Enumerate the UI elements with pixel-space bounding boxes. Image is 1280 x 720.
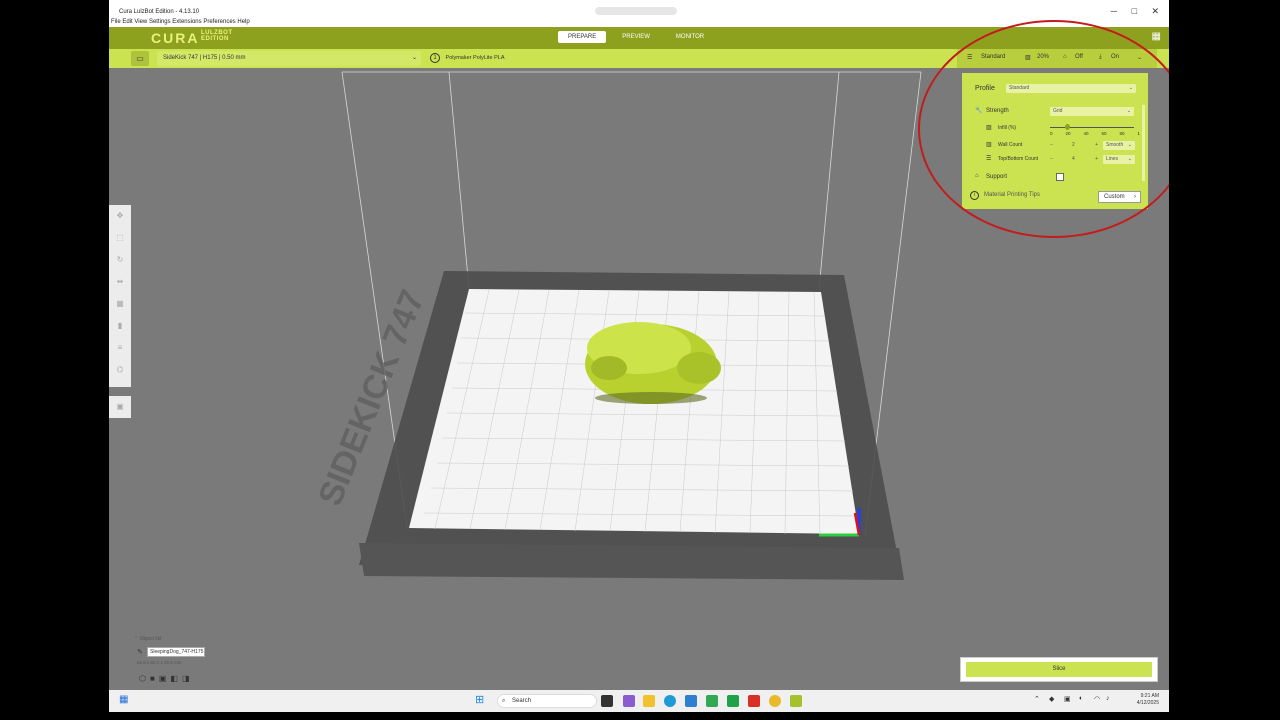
menu-file[interactable]: File bbox=[111, 19, 121, 25]
copilot-icon[interactable] bbox=[623, 695, 635, 707]
move-tool-icon[interactable]: ✥ bbox=[109, 205, 131, 227]
windows-start-icon[interactable]: ⊞ bbox=[475, 693, 484, 706]
app-screen: Cura LulzBot Edition - 4.13.10 ─ □ ✕ Fil… bbox=[109, 0, 1169, 712]
object-dimensions: 61.8 x 80.2 x 35.9 mm bbox=[137, 660, 182, 665]
top-view-icon[interactable]: ▣ bbox=[159, 674, 167, 683]
widgets-icon[interactable]: ▦ bbox=[119, 694, 128, 705]
menu-help[interactable]: Help bbox=[237, 19, 249, 25]
cura-logo: CURA LULZBOT EDITION bbox=[151, 30, 232, 48]
object-list-label: Object list bbox=[139, 636, 162, 642]
tab-monitor[interactable]: MONITOR bbox=[666, 31, 714, 43]
printer-frame-front bbox=[359, 543, 904, 580]
search-icon: ⌕ bbox=[502, 698, 506, 704]
logo-sub-line2: EDITION bbox=[201, 36, 229, 42]
title-bar: Cura LulzBot Edition - 4.13.10 ─ □ ✕ bbox=[109, 0, 1169, 17]
view-orientation-buttons: ⬡ ■ ▣ ◧ ◨ bbox=[139, 674, 190, 683]
app-icon-green[interactable] bbox=[706, 695, 718, 707]
slice-button[interactable]: Slice bbox=[966, 662, 1152, 677]
right-view-icon[interactable]: ◨ bbox=[182, 674, 190, 683]
rotate-tool-icon[interactable]: ↻ bbox=[109, 249, 131, 271]
tray-app-icon-3[interactable]: ◐ bbox=[1079, 695, 1083, 702]
3d-view-icon[interactable]: ⬡ bbox=[139, 674, 146, 683]
open-file-button[interactable]: ▭ bbox=[131, 51, 149, 66]
tray-app-icon-2[interactable]: ▣ bbox=[1064, 695, 1071, 703]
tab-prepare[interactable]: PREPARE bbox=[558, 31, 607, 43]
scale-tool-icon[interactable]: ⬚ bbox=[109, 227, 131, 249]
menu-view[interactable]: View bbox=[134, 19, 147, 25]
cura-taskbar-icon[interactable] bbox=[790, 695, 802, 707]
printer-selector[interactable]: SideKick 747 | H175 | 0.50 mm ⌄ bbox=[157, 51, 421, 66]
object-name-field[interactable]: SleepingDog_747-H175 bbox=[147, 647, 205, 657]
clock-time: 9:21 AM bbox=[1140, 693, 1159, 699]
menu-edit[interactable]: Edit bbox=[122, 19, 132, 25]
logo-main: CURA bbox=[151, 30, 200, 46]
left-view-icon[interactable]: ◧ bbox=[170, 674, 178, 683]
folder-icon: ▭ bbox=[136, 54, 144, 63]
stage-tabs: PREPARE PREVIEW MONITOR bbox=[558, 31, 714, 43]
wifi-icon[interactable]: ◠ bbox=[1094, 695, 1100, 703]
marketplace-grid-icon[interactable]: ▦ bbox=[1152, 31, 1161, 42]
clock-date: 4/12/2025 bbox=[1136, 700, 1159, 706]
windows-taskbar: ▦ ⊞ ⌕ Search ⌃ ◆ ▣ ◐ ◠ ♪ 9:21 AM 4/12/20… bbox=[109, 690, 1169, 712]
material-name: Polymaker PolyLite PLA bbox=[445, 55, 505, 61]
per-model-settings-icon[interactable]: ▦ bbox=[109, 293, 131, 315]
window-title: Cura LulzBot Edition - 4.13.10 bbox=[119, 9, 200, 15]
menu-extensions[interactable]: Extensions bbox=[172, 19, 201, 25]
app-icon-red[interactable] bbox=[748, 695, 760, 707]
tab-tool-icon[interactable]: ⌬ bbox=[109, 359, 131, 381]
taskbar-clock[interactable]: 9:21 AM 4/12/2025 bbox=[1137, 693, 1159, 707]
store-icon[interactable] bbox=[685, 695, 697, 707]
chrome-icon[interactable] bbox=[769, 695, 781, 707]
mirror-tool-icon[interactable]: ⇹ bbox=[109, 271, 131, 293]
printer-name: SideKick 747 | H175 | 0.50 mm bbox=[163, 55, 246, 61]
maximize-icon[interactable]: □ bbox=[1132, 6, 1137, 16]
chevron-down-icon: ⌄ bbox=[411, 55, 417, 61]
menu-preferences[interactable]: Preferences bbox=[203, 19, 235, 25]
extruder-icon: 1 bbox=[430, 53, 440, 63]
chevron-up-icon: ⌃ bbox=[134, 636, 139, 642]
tab-preview[interactable]: PREVIEW bbox=[612, 31, 660, 43]
slice-panel: Slice bbox=[960, 657, 1158, 682]
file-explorer-icon[interactable] bbox=[643, 695, 655, 707]
tool-sidebar: ✥ ⬚ ↻ ⇹ ▦ ▮ ≡ ⌬ bbox=[109, 205, 131, 387]
extra-tool-icon[interactable]: ▣ bbox=[109, 396, 131, 418]
edge-icon[interactable] bbox=[664, 695, 676, 707]
taskbar-search[interactable]: ⌕ Search bbox=[497, 694, 597, 708]
task-view-icon[interactable] bbox=[601, 695, 613, 707]
support-blocker-icon[interactable]: ▮ bbox=[109, 315, 131, 337]
volume-icon[interactable]: ♪ bbox=[1106, 695, 1110, 702]
app-icon-green-2[interactable] bbox=[727, 695, 739, 707]
material-selector[interactable]: 1 Polymaker PolyLite PLA bbox=[430, 51, 505, 66]
close-icon[interactable]: ✕ bbox=[1151, 6, 1159, 17]
title-pill bbox=[595, 7, 677, 15]
menu-settings[interactable]: Settings bbox=[149, 19, 171, 25]
search-placeholder: Search bbox=[512, 698, 532, 704]
minimize-icon[interactable]: ─ bbox=[1111, 6, 1117, 16]
tray-app-icon[interactable]: ◆ bbox=[1049, 695, 1054, 703]
object-list-toggle[interactable]: ⌃ Object list bbox=[134, 636, 162, 642]
tray-chevron-icon[interactable]: ⌃ bbox=[1034, 695, 1040, 703]
pencil-icon[interactable]: ✎ bbox=[137, 648, 143, 656]
front-view-icon[interactable]: ■ bbox=[150, 674, 155, 683]
layer-tool-icon[interactable]: ≡ bbox=[109, 337, 131, 359]
logo-sub: LULZBOT EDITION bbox=[201, 30, 241, 42]
